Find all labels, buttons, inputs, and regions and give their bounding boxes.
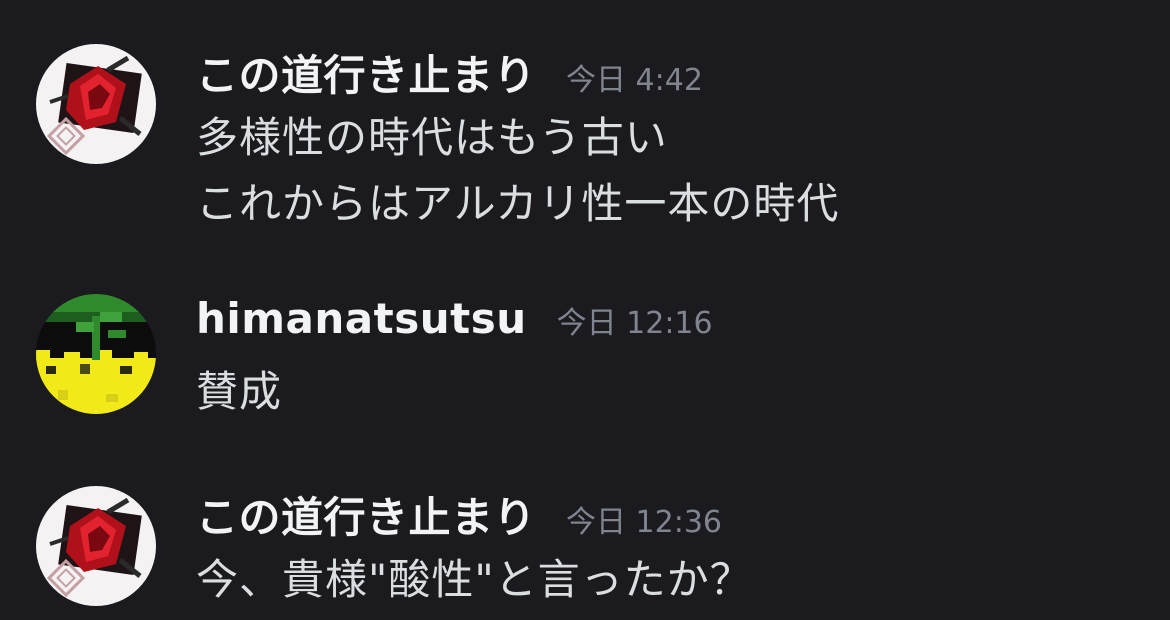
timestamp: 今日 12:16 bbox=[556, 306, 713, 341]
username[interactable]: この道行き止まり bbox=[196, 42, 536, 103]
timestamp: 今日 4:42 bbox=[566, 63, 703, 98]
message-text: 賛成 bbox=[196, 367, 283, 416]
username[interactable]: himanatsutsu bbox=[196, 294, 527, 343]
message-text: 今、貴様"酸性"と言ったか？ bbox=[196, 555, 753, 604]
username[interactable]: この道行き止まり bbox=[196, 484, 536, 545]
message-text: これからはアルカリ性一本の時代 bbox=[196, 179, 840, 228]
message-text: 多様性の時代はもう古い bbox=[196, 113, 668, 162]
red-cube-avatar-icon[interactable] bbox=[36, 486, 156, 606]
pixel-sprout-avatar-icon[interactable] bbox=[36, 294, 156, 414]
timestamp: 今日 12:36 bbox=[566, 505, 723, 540]
red-cube-avatar-icon[interactable] bbox=[36, 44, 156, 164]
chat-message-list: この道行き止まり 今日 4:42 多様性の時代はもう古い これからはアルカリ性一… bbox=[0, 0, 1170, 620]
